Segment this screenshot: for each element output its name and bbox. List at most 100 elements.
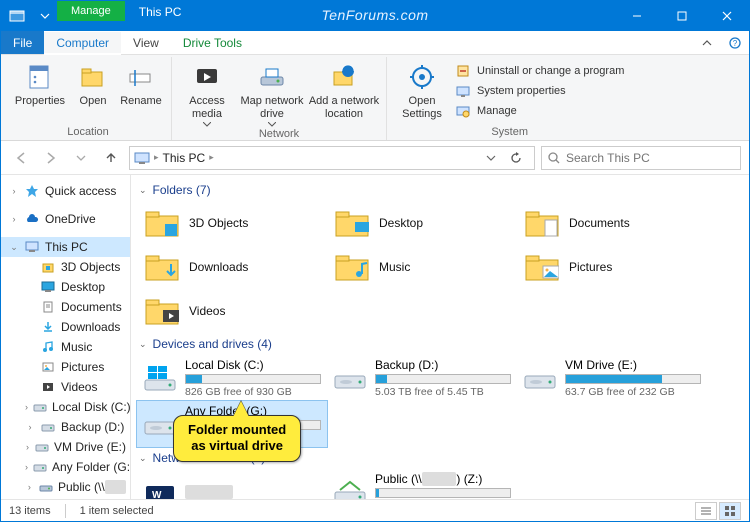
tab-view[interactable]: View bbox=[121, 31, 171, 54]
system-properties-button[interactable]: System properties bbox=[453, 81, 626, 101]
search-box[interactable] bbox=[541, 146, 741, 170]
tree-item[interactable]: ›Any Folder (G:) bbox=[1, 457, 130, 477]
drive-icon bbox=[33, 399, 47, 415]
folder-item[interactable]: Pictures bbox=[517, 245, 707, 289]
view-details-button[interactable] bbox=[695, 502, 717, 520]
open-button[interactable]: Open bbox=[71, 57, 115, 108]
tree-item[interactable]: Videos bbox=[1, 377, 130, 397]
section-folders[interactable]: ⌄Folders (7) bbox=[137, 179, 743, 201]
tree-public-share[interactable]: ›Public (\\ bbox=[1, 477, 130, 497]
folder-icon bbox=[333, 249, 369, 285]
folder-icon bbox=[523, 205, 559, 241]
search-icon bbox=[548, 152, 560, 164]
svg-text:?: ? bbox=[733, 39, 738, 48]
folder-item[interactable]: Desktop bbox=[327, 201, 517, 245]
folder-item[interactable]: Videos bbox=[137, 289, 327, 333]
map-drive-button[interactable]: Map network drive bbox=[238, 57, 306, 127]
access-media-button[interactable]: Access media bbox=[178, 57, 236, 127]
folder-item[interactable]: Documents bbox=[517, 201, 707, 245]
address-history-button[interactable] bbox=[486, 153, 506, 163]
folder-item[interactable]: 3D Objects bbox=[137, 201, 327, 245]
drive-capacity-bar bbox=[375, 488, 511, 498]
chevron-right-icon[interactable]: ▸ bbox=[209, 152, 214, 163]
close-button[interactable] bbox=[704, 1, 749, 31]
tab-drive-tools[interactable]: Drive Tools bbox=[171, 31, 254, 54]
tree-item[interactable]: Documents bbox=[1, 297, 130, 317]
open-settings-button[interactable]: Open Settings bbox=[393, 57, 451, 120]
section-drives[interactable]: ⌄Devices and drives (4) bbox=[137, 333, 743, 355]
manage-button[interactable]: Manage bbox=[453, 101, 626, 121]
folder-icon bbox=[40, 359, 56, 375]
tree-item[interactable]: Downloads bbox=[1, 317, 130, 337]
drive-item[interactable]: Backup (D:)5.03 TB free of 5.45 TB bbox=[327, 355, 517, 401]
drive-icon bbox=[40, 419, 56, 435]
callout-line2: as virtual drive bbox=[188, 438, 286, 454]
navigation-tree[interactable]: ›Quick access ›OneDrive ⌄This PC 3D Obje… bbox=[1, 175, 131, 499]
tree-item[interactable]: Music bbox=[1, 337, 130, 357]
tab-computer[interactable]: Computer bbox=[44, 32, 121, 55]
tree-item[interactable]: ›Local Disk (C:) bbox=[1, 397, 130, 417]
folder-icon bbox=[40, 259, 56, 275]
add-location-label: Add a network location bbox=[308, 95, 380, 120]
drive-item[interactable]: Local Disk (C:)826 GB free of 930 GB bbox=[137, 355, 327, 401]
tree-item[interactable]: 3D Objects bbox=[1, 257, 130, 277]
system-properties-icon bbox=[455, 83, 471, 99]
maximize-button[interactable] bbox=[659, 1, 704, 31]
view-large-icons-button[interactable] bbox=[719, 502, 741, 520]
qat-dropdown[interactable] bbox=[33, 1, 57, 31]
tab-file[interactable]: File bbox=[1, 31, 44, 54]
tree-quick-access[interactable]: ›Quick access bbox=[1, 181, 130, 201]
drive-name: Backup (D:) bbox=[375, 358, 511, 372]
folder-icon bbox=[40, 339, 56, 355]
drive-item[interactable]: VM Drive (E:)63.7 GB free of 232 GB bbox=[517, 355, 707, 401]
folder-item[interactable]: Music bbox=[327, 245, 517, 289]
drive-icon bbox=[143, 409, 177, 439]
tree-item[interactable]: Desktop bbox=[1, 277, 130, 297]
media-icon bbox=[191, 61, 223, 93]
folder-label: 3D Objects bbox=[189, 216, 248, 230]
tree-item[interactable]: Pictures bbox=[1, 357, 130, 377]
folder-item[interactable]: Downloads bbox=[137, 245, 327, 289]
help-button[interactable]: ? bbox=[721, 31, 749, 54]
drive-capacity-bar bbox=[375, 374, 511, 384]
refresh-button[interactable] bbox=[510, 152, 530, 164]
forward-button[interactable] bbox=[39, 146, 63, 170]
tree-onedrive[interactable]: ›OneDrive bbox=[1, 209, 130, 229]
drive-icon bbox=[143, 363, 177, 393]
add-network-location-button[interactable]: Add a network location bbox=[308, 57, 380, 120]
rename-button[interactable]: Rename bbox=[117, 57, 165, 108]
ribbon-collapse-button[interactable] bbox=[693, 31, 721, 54]
uninstall-icon bbox=[455, 63, 471, 79]
chevron-down-icon: ⌄ bbox=[139, 453, 147, 464]
search-input[interactable] bbox=[566, 151, 734, 165]
star-icon bbox=[24, 183, 40, 199]
network-drive-icon bbox=[39, 479, 53, 495]
uninstall-button[interactable]: Uninstall or change a program bbox=[453, 61, 626, 81]
drive-name: VM Drive (E:) bbox=[565, 358, 701, 372]
breadcrumb-this-pc[interactable]: This PC bbox=[163, 151, 206, 165]
recent-locations-button[interactable] bbox=[69, 146, 93, 170]
pc-icon bbox=[134, 150, 150, 166]
open-label: Open bbox=[80, 95, 107, 108]
folder-icon bbox=[40, 319, 56, 335]
map-drive-label: Map network drive bbox=[238, 95, 306, 120]
back-button[interactable] bbox=[9, 146, 33, 170]
properties-button[interactable]: Properties bbox=[11, 57, 69, 108]
tree-item[interactable]: ›VM Drive (E:) bbox=[1, 437, 130, 457]
rename-label: Rename bbox=[120, 95, 162, 108]
status-bar: 13 items 1 item selected bbox=[1, 499, 749, 521]
address-bar[interactable]: ▸ This PC ▸ bbox=[129, 146, 535, 170]
tree-item[interactable]: ›Backup (D:) bbox=[1, 417, 130, 437]
chevron-right-icon[interactable]: ▸ bbox=[154, 152, 159, 163]
tree-this-pc[interactable]: ⌄This PC bbox=[1, 237, 130, 257]
status-selected-count: 1 item selected bbox=[80, 505, 154, 517]
folder-label: Downloads bbox=[189, 260, 248, 274]
drive-free-text: 826 GB free of 930 GB bbox=[185, 386, 321, 398]
folder-label: Desktop bbox=[379, 216, 423, 230]
folder-icon bbox=[143, 205, 179, 241]
minimize-button[interactable] bbox=[614, 1, 659, 31]
folder-icon bbox=[523, 249, 559, 285]
up-button[interactable] bbox=[99, 146, 123, 170]
network-drive-item[interactable]: W bbox=[137, 469, 327, 499]
network-drive-item[interactable]: Public (\\ ) (Z:)7.13 TB free of 7.21 TB bbox=[327, 469, 517, 499]
